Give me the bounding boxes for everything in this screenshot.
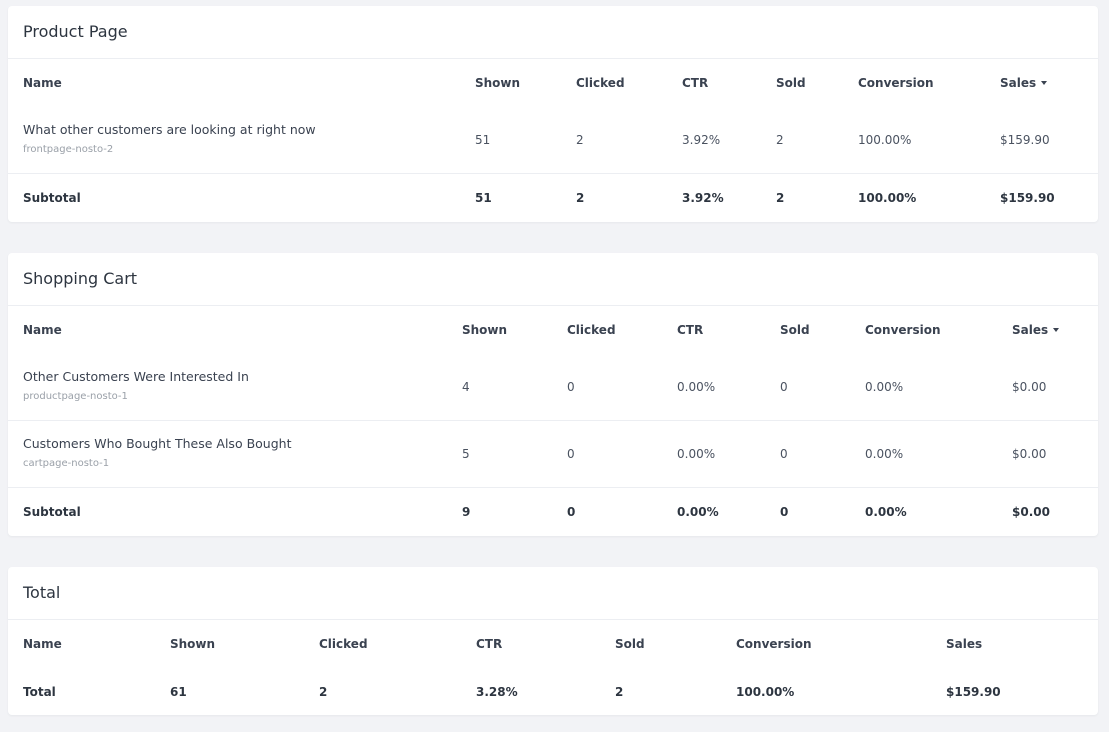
total-card: Total Name Shown Clicked CTR Sold Conver… [8,567,1098,715]
subtotal-label: Subtotal [23,505,81,519]
subtotal-conversion: 0.00% [865,505,907,519]
section-title: Product Page [23,22,128,41]
subtotal-sales: $159.90 [1000,191,1055,205]
total-clicked: 2 [319,685,328,699]
subtotal-conversion: 100.00% [858,191,917,205]
row-sold: 0 [780,380,788,394]
column-header-sales: Sales [946,637,983,651]
column-header-conversion: Conversion [736,637,812,651]
total-conversion: 100.00% [736,685,795,699]
subtotal-sales: $0.00 [1012,505,1050,519]
total-ctr: 3.28% [476,685,518,699]
total-sales: $159.90 [946,685,1001,699]
column-header-sold[interactable]: Sold [780,323,810,337]
row-name: What other customers are looking at righ… [23,122,316,137]
row-shown: 51 [475,133,491,147]
row-clicked: 0 [567,447,575,461]
section-title: Shopping Cart [23,269,138,288]
row-ctr: 3.92% [682,133,721,147]
row-conversion: 100.00% [858,133,912,147]
column-header-shown: Shown [170,637,216,651]
subtotal-shown: 51 [475,191,492,205]
row-clicked: 0 [567,380,575,394]
row-id: cartpage-nosto-1 [23,458,110,469]
row-sold: 0 [780,447,788,461]
total-shown: 61 [170,685,187,699]
row-conversion: 0.00% [865,380,904,394]
divider [8,173,1098,174]
column-header-ctr[interactable]: CTR [682,76,708,90]
column-header-clicked[interactable]: Clicked [567,323,616,337]
column-header-clicked: Clicked [319,637,368,651]
column-header-sold[interactable]: Sold [776,76,806,90]
row-id: frontpage-nosto-2 [23,144,114,155]
section-title: Total [23,583,61,602]
row-id: productpage-nosto-1 [23,391,128,402]
column-header-shown[interactable]: Shown [462,323,507,337]
row-shown: 5 [462,447,470,461]
sort-desc-icon [1053,327,1060,332]
subtotal-sold: 0 [780,505,789,519]
divider [8,619,1098,620]
row-clicked: 2 [576,133,584,147]
column-header-sales-label: Sales [1000,76,1037,90]
column-header-shown[interactable]: Shown [475,76,520,90]
column-header-name[interactable]: Name [23,76,62,90]
subtotal-clicked: 2 [576,191,585,205]
row-name: Other Customers Were Interested In [23,369,249,384]
column-header-conversion[interactable]: Conversion [858,76,934,90]
sort-desc-icon [1041,80,1048,85]
column-header-clicked[interactable]: Clicked [576,76,625,90]
total-sold: 2 [615,685,624,699]
shopping-cart-card: Shopping Cart Name Shown Clicked CTR Sol… [8,253,1098,536]
subtotal-ctr: 0.00% [677,505,719,519]
column-header-name: Name [23,637,62,651]
row-shown: 4 [462,380,470,394]
column-header-sold: Sold [615,637,645,651]
divider [8,305,1098,306]
subtotal-label: Subtotal [23,191,81,205]
subtotal-ctr: 3.92% [682,191,724,205]
row-ctr: 0.00% [677,447,716,461]
column-header-name[interactable]: Name [23,323,62,337]
row-sales: $0.00 [1012,447,1047,461]
divider [8,420,1098,421]
column-header-sales-label: Sales [1012,323,1049,337]
divider [8,58,1098,59]
total-label: Total [23,685,56,699]
column-header-sales[interactable]: Sales [1012,323,1060,337]
row-sold: 2 [776,133,784,147]
column-header-conversion[interactable]: Conversion [865,323,941,337]
column-header-ctr[interactable]: CTR [677,323,703,337]
column-header-sales[interactable]: Sales [1000,76,1048,90]
divider [8,487,1098,488]
row-ctr: 0.00% [677,380,716,394]
row-conversion: 0.00% [865,447,904,461]
row-sales: $159.90 [1000,133,1050,147]
subtotal-sold: 2 [776,191,785,205]
subtotal-shown: 9 [462,505,471,519]
column-header-ctr: CTR [476,637,503,651]
row-name: Customers Who Bought These Also Bought [23,436,292,451]
product-page-card: Product Page Name Shown Clicked CTR Sold… [8,6,1098,222]
subtotal-clicked: 0 [567,505,576,519]
row-sales: $0.00 [1012,380,1047,394]
